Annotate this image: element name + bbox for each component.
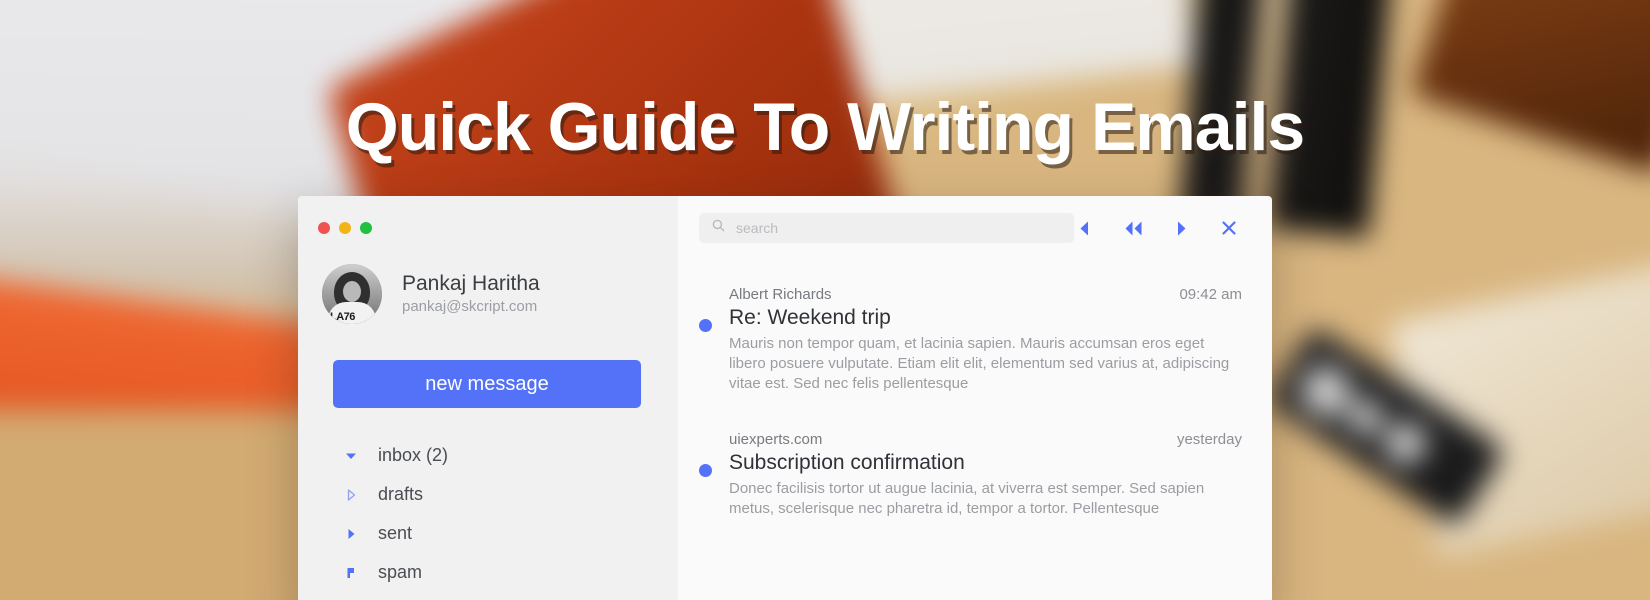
sidebar-item-label: inbox (2) (378, 445, 449, 465)
sidebar: LA76 Pankaj Haritha pankaj@skcript.com n… (298, 196, 678, 600)
sidebar-item-label: drafts (378, 484, 424, 504)
folder-list: inbox (2) drafts sent spam (298, 436, 678, 592)
search-icon (711, 218, 726, 238)
page-stage: Quick Guide To Writing Emails LA76 Panka… (0, 0, 1650, 600)
search-box[interactable] (699, 213, 1074, 243)
user-profile[interactable]: LA76 Pankaj Haritha pankaj@skcript.com (298, 234, 678, 324)
email-list-item[interactable]: Albert Richards 09:42 am Re: Weekend tri… (678, 271, 1272, 416)
sidebar-item-drafts[interactable]: drafts (298, 475, 678, 514)
email-list-item[interactable]: uiexperts.com yesterday Subscription con… (678, 416, 1272, 541)
sidebar-item-spam[interactable]: spam (298, 553, 678, 592)
minimize-window-dot[interactable] (339, 222, 351, 234)
email-timestamp: 09:42 am (1179, 286, 1242, 303)
window-controls (298, 216, 678, 234)
profile-name: Pankaj Haritha (402, 272, 540, 296)
sidebar-item-label: sent (378, 523, 413, 543)
email-preview: Mauris non tempor quam, et lacinia sapie… (729, 335, 1230, 393)
sidebar-item-inbox[interactable]: inbox (2) (298, 436, 678, 475)
profile-email: pankaj@skcript.com (402, 298, 538, 316)
email-sender: uiexperts.com (729, 431, 823, 449)
email-preview: Donec facilisis tortor ut augue lacinia,… (729, 480, 1205, 518)
message-list-panel: Albert Richards 09:42 am Re: Weekend tri… (678, 196, 1272, 600)
email-subject: Subscription confirmation (729, 451, 965, 475)
caret-down-icon (342, 448, 360, 464)
unread-indicator-icon (699, 464, 712, 478)
flag-icon (342, 565, 360, 581)
sidebar-item-label: spam (378, 562, 423, 582)
search-input[interactable] (736, 220, 1062, 236)
email-subject: Re: Weekend trip (729, 306, 891, 329)
email-sender: Albert Richards (729, 286, 832, 303)
email-app-window: LA76 Pankaj Haritha pankaj@skcript.com n… (298, 196, 1272, 600)
previous-button[interactable] (1074, 217, 1096, 239)
close-button[interactable] (1218, 217, 1240, 239)
page-title: Quick Guide To Writing Emails (345, 89, 1305, 165)
email-list: Albert Richards 09:42 am Re: Weekend tri… (678, 243, 1272, 541)
email-timestamp: yesterday (1176, 431, 1242, 449)
toolbar (678, 196, 1272, 243)
toolbar-actions (1074, 217, 1242, 239)
next-button[interactable] (1170, 217, 1192, 239)
new-message-button[interactable]: new message (333, 360, 641, 408)
sidebar-item-sent[interactable]: sent (298, 514, 678, 553)
unread-indicator-icon (699, 319, 712, 332)
avatar-shirt-text: LA76 (330, 311, 355, 323)
close-window-dot[interactable] (318, 222, 330, 234)
zoom-window-dot[interactable] (360, 222, 372, 234)
caret-right-outline-icon (342, 487, 360, 503)
caret-right-icon (342, 526, 360, 542)
fast-rewind-button[interactable] (1122, 217, 1144, 239)
avatar: LA76 (322, 264, 382, 324)
